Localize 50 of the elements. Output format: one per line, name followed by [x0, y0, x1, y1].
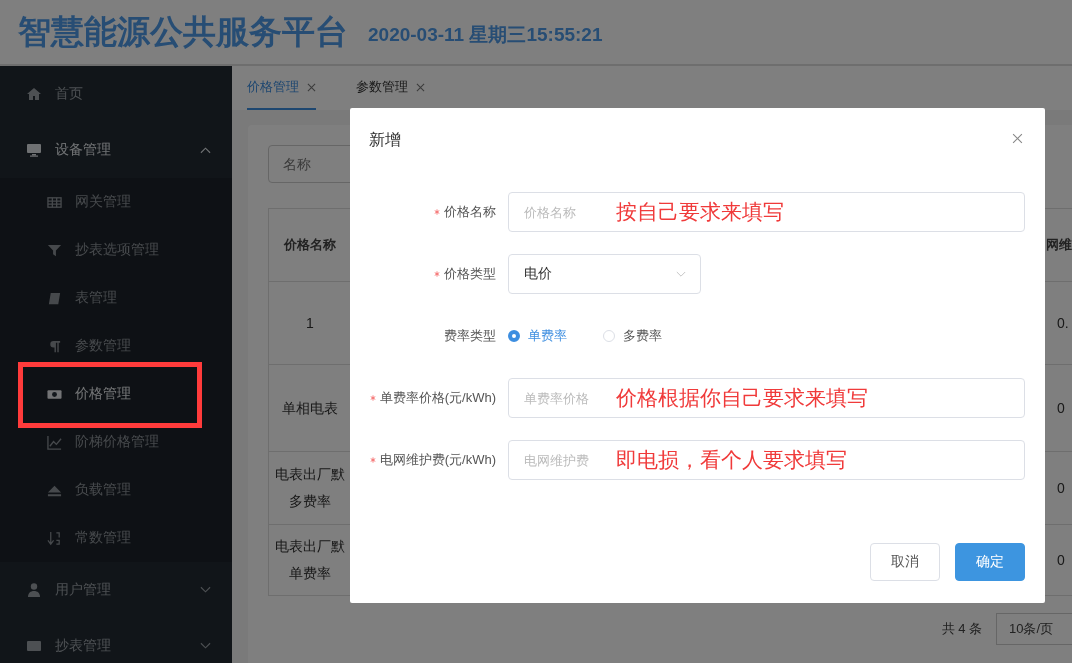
total-count: 共 4 条	[941, 620, 982, 638]
field-label: 价格名称	[444, 203, 496, 221]
tab[interactable]: 参数管理	[356, 66, 425, 110]
close-icon[interactable]	[416, 82, 425, 92]
radio-option[interactable]: 多费率	[603, 327, 662, 345]
table-cell-text: 0	[1056, 398, 1066, 418]
annotation-text: 价格根据你自己要求来填写	[616, 385, 868, 411]
required-icon	[369, 457, 376, 463]
required-icon	[434, 271, 440, 277]
radio-option[interactable]: 单费率	[508, 327, 567, 345]
close-icon[interactable]	[1012, 133, 1023, 144]
annotation-text: 即电损，看个人要求填写	[616, 447, 847, 473]
confirm-button[interactable]: 确定	[955, 543, 1025, 581]
page-size-select[interactable]: 10条/页	[996, 613, 1072, 645]
field-label: 电网维护费(元/kWh)	[379, 451, 496, 469]
field-label: 价格类型	[444, 265, 496, 283]
monitor-icon	[26, 142, 42, 158]
required-icon	[369, 395, 376, 401]
field-label: 单费率价格(元/kWh)	[379, 389, 496, 407]
datetime-text: 2020-03-11 星期三15:55:21	[368, 23, 603, 47]
cancel-button[interactable]: 取消	[870, 543, 940, 581]
table-cell-text: 单相电表	[281, 398, 339, 418]
sort-icon	[47, 530, 62, 546]
app-title: 智慧能源公共服务平台	[18, 11, 348, 52]
column-header: 价格名称	[282, 235, 337, 254]
sidebar-item[interactable]: 设备管理	[0, 122, 232, 178]
chevron-icon	[676, 270, 686, 278]
close-icon[interactable]	[307, 82, 316, 92]
table-cell-text: 0	[1056, 550, 1066, 570]
grid-icon	[47, 194, 62, 210]
select-field[interactable]: 电价	[508, 254, 701, 294]
annotation-text: 按自己要求来填写	[616, 199, 784, 225]
user-icon	[26, 582, 42, 598]
column-header: 网维	[1045, 235, 1072, 254]
table-cell-text: 电表出厂默多费率	[274, 465, 346, 511]
home-icon	[26, 86, 42, 102]
required-icon	[434, 209, 440, 215]
book-icon	[47, 290, 62, 306]
paragraph-icon	[47, 338, 62, 354]
tab[interactable]: 价格管理	[247, 66, 316, 110]
table-cell-text: 0	[1056, 478, 1066, 498]
chart-icon	[47, 434, 62, 450]
sidebar-item[interactable]: 首页	[0, 66, 232, 122]
funnel-icon	[47, 242, 62, 258]
table-cell-text: 0.	[1056, 313, 1070, 333]
table-cell-text: 1	[305, 313, 315, 333]
dialog-title: 新增	[369, 130, 401, 150]
table-cell-text: 电表出厂默单费率	[274, 537, 346, 583]
sidebar-subitem[interactable]: 价格管理	[0, 370, 232, 418]
field-label: 费率类型	[444, 327, 496, 345]
